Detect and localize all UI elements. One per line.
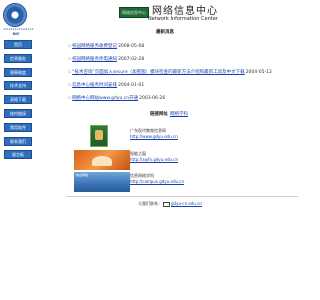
- news-link[interactable]: 网络中心网站www.gdyu.cn开通: [72, 96, 138, 101]
- logo-abbr: NIC: [12, 32, 20, 36]
- news-link[interactable]: 信息中心服务时间安排: [72, 83, 117, 88]
- link-entry: 信息网络学科 http://campus.gdyu.edu.cn: [130, 173, 184, 185]
- news-item: ▫网络中心网站www.gdyu.cn开通2003-06-26: [68, 96, 165, 102]
- news-link[interactable]: “技术咨询”页面加入secure（加密版）模块检查的最新方法介绍和最新工具及中文…: [72, 70, 245, 75]
- logo-gear-icon: [4, 4, 26, 26]
- sidebar-nav: 首页 信息服务 规章制度 技术支持 表格下载 校内链接 常用软件 联系我们 留言…: [3, 40, 32, 164]
- news-item: ▫校园网络服务收费登记2008-05-08: [68, 44, 144, 50]
- header-banner: 网络信息中心: [119, 7, 149, 18]
- footer-email-link[interactable]: gdyu-cn.edu.cn: [171, 201, 202, 206]
- news-date: 2004-01-01: [118, 83, 145, 88]
- news-date: 2007-02-28: [118, 57, 145, 62]
- sidebar-item-forms[interactable]: 表格下载: [4, 95, 32, 105]
- link-entry: 智能之窗 http://aiyfx.gdyu.edu.cn: [130, 151, 178, 163]
- mail-icon: [163, 201, 170, 207]
- bullet-icon: ▫: [68, 83, 72, 88]
- news-date: 2004-05-12: [245, 70, 272, 75]
- link-thumbnail[interactable]: [74, 125, 130, 147]
- news-date: 2008-05-08: [118, 44, 145, 49]
- footer-divider: [66, 196, 298, 197]
- footer-label: 与我们联系：: [138, 201, 162, 206]
- news-date: 2003-06-26: [139, 96, 166, 101]
- links-heading: 链接网址: [150, 112, 168, 117]
- link-entry: 广东现代教育信息网 http://www.gdyu.edu.cn: [130, 128, 178, 140]
- news-link[interactable]: 校园网络服务停电通知: [72, 57, 117, 62]
- header-banner-text: 网络信息中心: [122, 10, 146, 15]
- school-badge-icon: [90, 125, 108, 147]
- sidebar-item-campus-links[interactable]: 校内链接: [4, 108, 32, 118]
- links-header: 链接网址 网络学科: [150, 112, 188, 118]
- sidebar-item-home[interactable]: 首页: [4, 40, 32, 49]
- sidebar-item-contact[interactable]: 联系我们: [4, 136, 32, 146]
- logo-subtitle: 1111111111111111: [3, 27, 34, 31]
- link-url[interactable]: http://www.gdyu.edu.cn: [130, 134, 178, 140]
- news-item: ▫“技术咨询”页面加入secure（加密版）模块检查的最新方法介绍和最新工具及中…: [68, 70, 272, 76]
- site-title-english: Network Information Center: [148, 16, 218, 22]
- sidebar-item-guestbook[interactable]: 留言板: [4, 150, 32, 160]
- sidebar-item-software[interactable]: 常用软件: [4, 122, 32, 132]
- news-link[interactable]: 校园网络服务收费登记: [72, 44, 117, 49]
- link-thumbnail[interactable]: [74, 150, 130, 170]
- sidebar-item-services[interactable]: 信息服务: [4, 53, 32, 63]
- bullet-icon: ▫: [68, 96, 72, 101]
- bullet-icon: ▫: [68, 44, 72, 49]
- news-item: ▫校园网络服务停电通知2007-02-28: [68, 57, 144, 63]
- news-item: ▫信息中心服务时间安排2004-01-01: [68, 83, 144, 89]
- link-thumbnail[interactable]: 信息网络: [74, 172, 130, 192]
- link-url[interactable]: http://campus.gdyu.edu.cn: [130, 179, 184, 185]
- bullet-icon: ▫: [68, 70, 72, 75]
- links-heading-link[interactable]: 网络学科: [170, 112, 188, 117]
- link-url[interactable]: http://aiyfx.gdyu.edu.cn: [130, 157, 178, 163]
- news-title: 最新消息: [156, 30, 174, 35]
- bullet-icon: ▫: [68, 57, 72, 62]
- sidebar-item-support[interactable]: 技术支持: [4, 81, 32, 91]
- sidebar-item-rules[interactable]: 规章制度: [4, 67, 32, 77]
- footer: 与我们联系： gdyu-cn.edu.cn: [138, 201, 202, 207]
- thumbnail-caption: 信息网络: [76, 173, 89, 177]
